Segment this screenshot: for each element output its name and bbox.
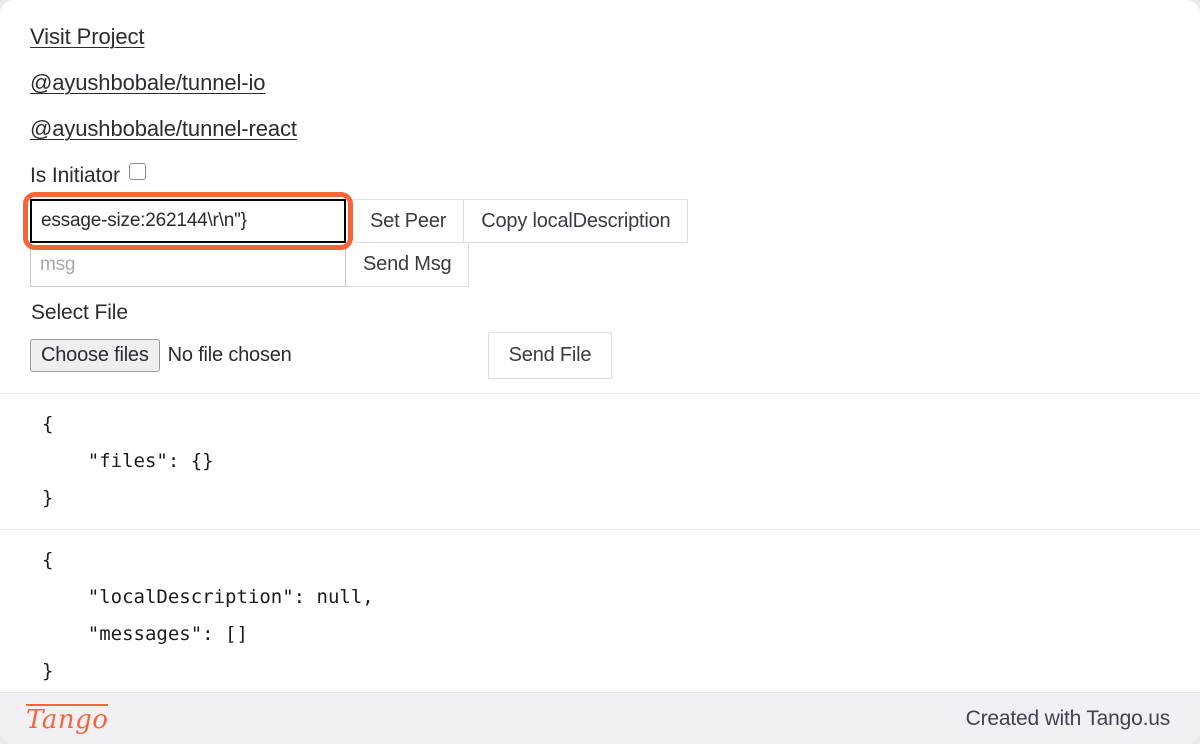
select-file-label: Select File [31, 301, 128, 324]
link-row-tunnel-react: @ayushbobale/tunnel-react [30, 118, 1200, 140]
is-initiator-checkbox[interactable] [128, 162, 146, 180]
peer-description-input[interactable] [30, 199, 346, 243]
copy-local-description-button[interactable]: Copy localDescription [464, 199, 689, 243]
tango-footer: Tango Created with Tango.us [0, 692, 1200, 744]
visit-project-link[interactable]: Visit Project [30, 26, 145, 48]
files-state-panel: { "files": {} } [0, 393, 1200, 531]
tunnel-react-link[interactable]: @ayushbobale/tunnel-react [30, 118, 297, 140]
no-file-chosen-label: No file chosen [167, 344, 292, 366]
tunnel-io-link[interactable]: @ayushbobale/tunnel-io [30, 72, 266, 94]
highlight-ring [23, 192, 353, 250]
page-content: Visit Project @ayushbobale/tunnel-io @ay… [0, 0, 1200, 704]
link-row-tunnel-io: @ayushbobale/tunnel-io [30, 72, 1200, 94]
is-initiator-row: Is Initiator [30, 162, 1200, 188]
set-peer-button[interactable]: Set Peer [353, 199, 465, 243]
tango-credit-text: Created with Tango.us [965, 706, 1171, 730]
peer-control-row: Set Peer Copy localDescription [23, 192, 1200, 250]
files-state-json: { "files": {} } [42, 413, 214, 510]
app-page: Visit Project @ayushbobale/tunnel-io @ay… [0, 0, 1200, 704]
file-input-row: Choose files No file chosen Send File [30, 332, 1200, 379]
choose-files-button[interactable]: Choose files [30, 339, 160, 372]
screenshot-root: Visit Project @ayushbobale/tunnel-io @ay… [0, 0, 1200, 744]
connection-state-json: { "localDescription": null, "messages": … [42, 549, 374, 683]
send-msg-button[interactable]: Send Msg [346, 243, 470, 287]
connection-state-panel: { "localDescription": null, "messages": … [0, 530, 1200, 704]
is-initiator-label: Is Initiator [30, 164, 120, 187]
send-file-button[interactable]: Send File [487, 332, 613, 379]
tango-logo: Tango [26, 704, 109, 735]
link-row-visit-project: Visit Project [30, 26, 1200, 48]
